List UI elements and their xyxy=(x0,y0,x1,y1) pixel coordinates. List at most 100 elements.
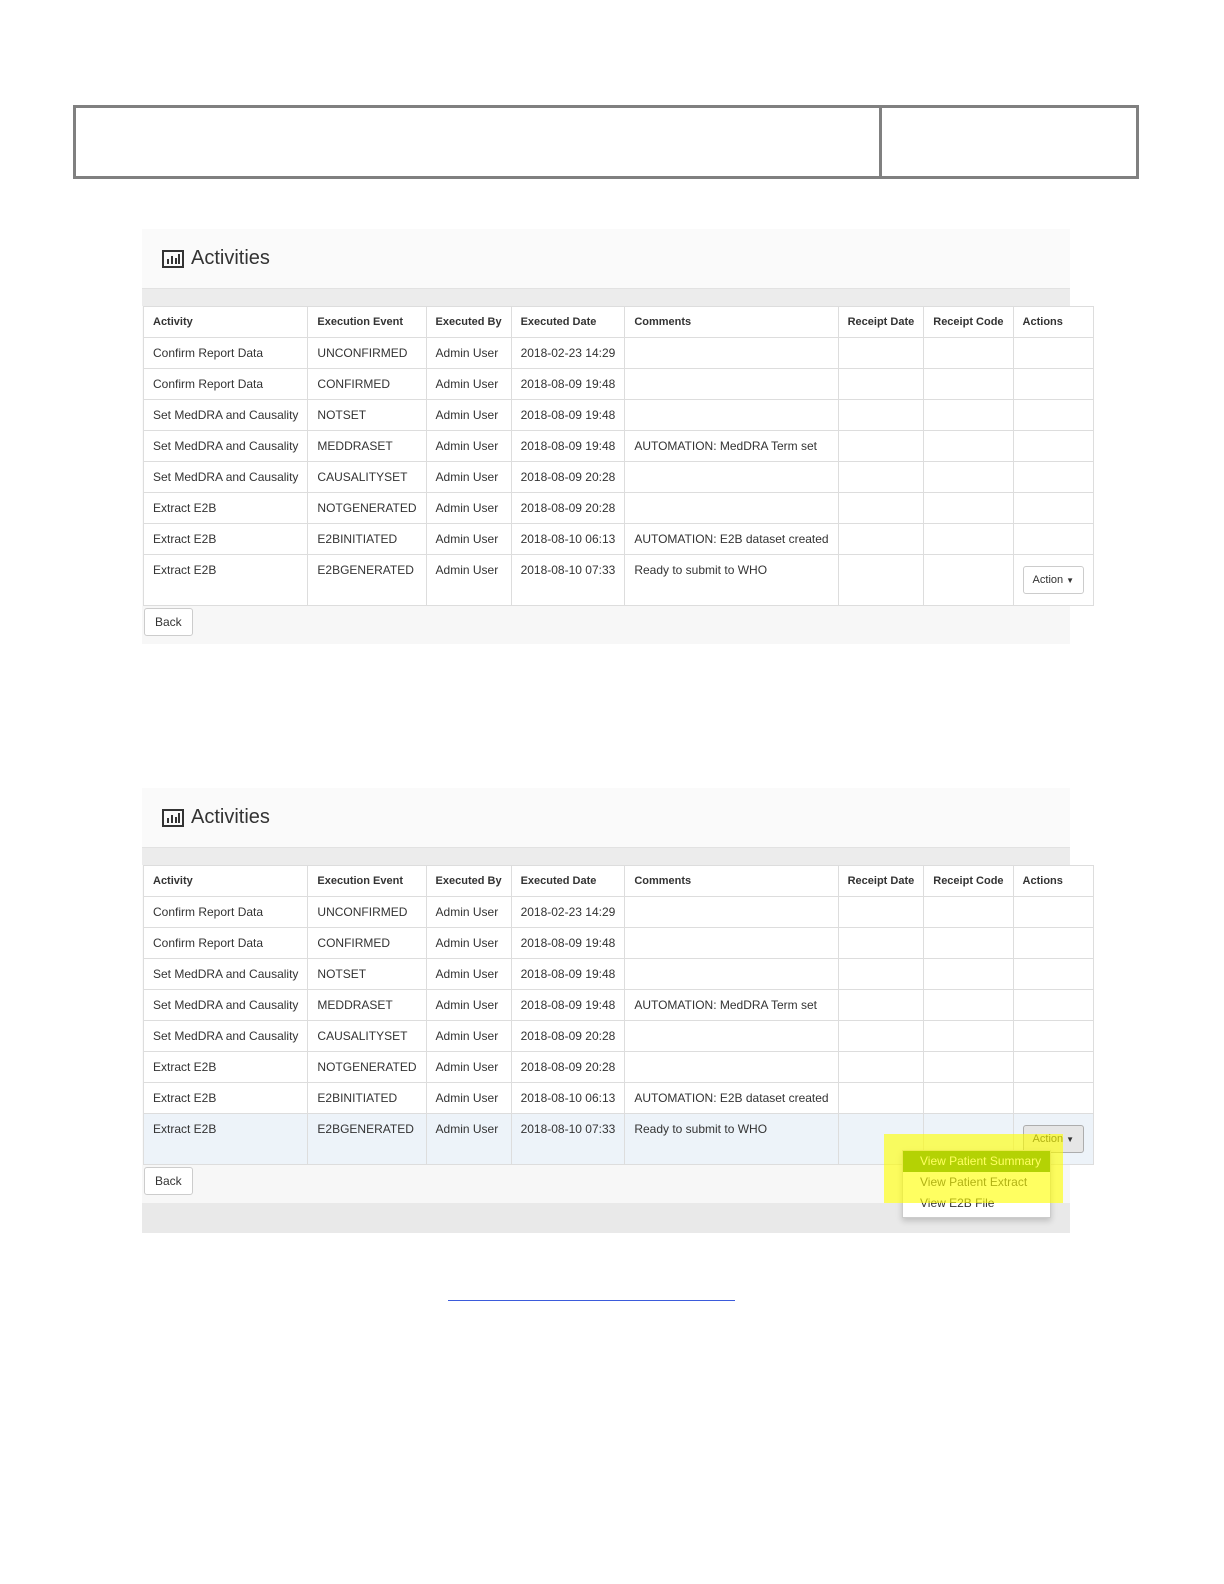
back-button[interactable]: Back xyxy=(144,1167,193,1195)
panel-title: Activities xyxy=(191,247,270,269)
action-dropdown-button[interactable]: Action ▼ xyxy=(1022,1125,1085,1153)
action-label: Action xyxy=(1032,574,1064,586)
table-row: Extract E2B NOTGENERATED Admin User 2018… xyxy=(142,492,1095,524)
cell-actions xyxy=(1012,523,1095,555)
cell-activity: Extract E2B xyxy=(142,554,309,606)
column-header[interactable]: Receipt Date xyxy=(837,865,925,897)
table-row: Set MedDRA and Causality MEDDRASET Admin… xyxy=(142,430,1095,462)
cell-executed-by: Admin User xyxy=(425,554,512,606)
table-row: Extract E2B NOTGENERATED Admin User 2018… xyxy=(142,1051,1095,1083)
cell-comments xyxy=(624,927,839,959)
column-header[interactable]: Comments xyxy=(624,865,839,897)
cell-comments xyxy=(624,399,839,431)
column-header[interactable]: Executed Date xyxy=(510,306,626,338)
cell-comments: Ready to submit to WHO xyxy=(624,554,839,606)
cell-activity: Set MedDRA and Causality xyxy=(142,461,309,493)
column-header[interactable]: Receipt Code xyxy=(923,865,1014,897)
cell-receipt-code xyxy=(923,523,1014,555)
cell-event: E2BINITIATED xyxy=(307,523,427,555)
cell-activity: Extract E2B xyxy=(142,1051,309,1083)
cell-receipt-date xyxy=(837,368,925,400)
column-header[interactable]: Executed By xyxy=(425,865,512,897)
bar-chart-icon xyxy=(162,249,184,268)
menu-item-view-e2b-file[interactable]: View E2B File xyxy=(903,1193,1050,1214)
cell-receipt-code xyxy=(923,492,1014,524)
cell-comments xyxy=(624,1051,839,1083)
document-header-box xyxy=(73,105,1139,179)
cell-date: 2018-08-09 20:28 xyxy=(510,1051,626,1083)
hyperlink-underline[interactable] xyxy=(448,1300,735,1301)
column-header[interactable]: Execution Event xyxy=(307,865,427,897)
cell-executed-by: Admin User xyxy=(425,461,512,493)
cell-executed-by: Admin User xyxy=(425,368,512,400)
cell-executed-by: Admin User xyxy=(425,896,512,928)
column-header[interactable]: Execution Event xyxy=(307,306,427,338)
panel-strip xyxy=(142,848,1070,865)
cell-activity: Extract E2B xyxy=(142,523,309,555)
cell-executed-by: Admin User xyxy=(425,399,512,431)
cell-receipt-code xyxy=(923,896,1014,928)
column-header[interactable]: Executed Date xyxy=(510,865,626,897)
cell-receipt-date xyxy=(837,461,925,493)
cell-activity: Set MedDRA and Causality xyxy=(142,989,309,1021)
panel-title: Activities xyxy=(191,806,270,828)
cell-activity: Confirm Report Data xyxy=(142,337,309,369)
cell-actions xyxy=(1012,1020,1095,1052)
action-dropdown-button[interactable]: Action ▼ xyxy=(1022,566,1085,594)
cell-receipt-code xyxy=(923,368,1014,400)
cell-event: NOTGENERATED xyxy=(307,492,427,524)
cell-comments: AUTOMATION: E2B dataset created xyxy=(624,1082,839,1114)
cell-receipt-date xyxy=(837,337,925,369)
cell-actions xyxy=(1012,337,1095,369)
cell-receipt-date xyxy=(837,523,925,555)
cell-comments xyxy=(624,896,839,928)
table-row: Confirm Report Data CONFIRMED Admin User… xyxy=(142,927,1095,959)
cell-executed-by: Admin User xyxy=(425,492,512,524)
cell-date: 2018-08-09 20:28 xyxy=(510,461,626,493)
cell-date: 2018-08-09 20:28 xyxy=(510,492,626,524)
cell-date: 2018-08-09 19:48 xyxy=(510,958,626,990)
cell-comments: AUTOMATION: MedDRA Term set xyxy=(624,989,839,1021)
column-header: Actions xyxy=(1012,865,1095,897)
table-row: Set MedDRA and Causality MEDDRASET Admin… xyxy=(142,989,1095,1021)
cell-comments xyxy=(624,368,839,400)
column-header[interactable]: Receipt Code xyxy=(923,306,1014,338)
cell-event: CONFIRMED xyxy=(307,368,427,400)
column-header[interactable]: Comments xyxy=(624,306,839,338)
column-header[interactable]: Activity xyxy=(142,306,309,338)
column-header[interactable]: Activity xyxy=(142,865,309,897)
cell-activity: Set MedDRA and Causality xyxy=(142,399,309,431)
panel-strip xyxy=(142,289,1070,306)
cell-comments xyxy=(624,492,839,524)
table-row: Extract E2B E2BGENERATED Admin User 2018… xyxy=(142,554,1095,606)
action-label: Action xyxy=(1032,1133,1064,1145)
menu-item-view-patient-summary[interactable]: View Patient Summary xyxy=(903,1151,1050,1172)
menu-item-view-patient-extract[interactable]: View Patient Extract xyxy=(903,1172,1050,1193)
cell-receipt-date xyxy=(837,896,925,928)
cell-comments: AUTOMATION: MedDRA Term set xyxy=(624,430,839,462)
cell-executed-by: Admin User xyxy=(425,1051,512,1083)
cell-activity: Set MedDRA and Causality xyxy=(142,430,309,462)
cell-event: UNCONFIRMED xyxy=(307,337,427,369)
cell-actions xyxy=(1012,896,1095,928)
cell-comments xyxy=(624,461,839,493)
cell-activity: Extract E2B xyxy=(142,492,309,524)
cell-date: 2018-08-09 19:48 xyxy=(510,927,626,959)
column-header[interactable]: Executed By xyxy=(425,306,512,338)
back-button[interactable]: Back xyxy=(144,608,193,636)
cell-activity: Confirm Report Data xyxy=(142,896,309,928)
table-row: Confirm Report Data CONFIRMED Admin User… xyxy=(142,368,1095,400)
cell-executed-by: Admin User xyxy=(425,523,512,555)
cell-actions xyxy=(1012,430,1095,462)
cell-executed-by: Admin User xyxy=(425,1082,512,1114)
cell-executed-by: Admin User xyxy=(425,989,512,1021)
cell-receipt-date xyxy=(837,1051,925,1083)
cell-actions xyxy=(1012,927,1095,959)
cell-event: UNCONFIRMED xyxy=(307,896,427,928)
cell-receipt-code xyxy=(923,958,1014,990)
cell-event: NOTSET xyxy=(307,399,427,431)
column-header[interactable]: Receipt Date xyxy=(837,306,925,338)
cell-executed-by: Admin User xyxy=(425,958,512,990)
cell-event: E2BGENERATED xyxy=(307,554,427,606)
table-row: Set MedDRA and Causality CAUSALITYSET Ad… xyxy=(142,461,1095,493)
